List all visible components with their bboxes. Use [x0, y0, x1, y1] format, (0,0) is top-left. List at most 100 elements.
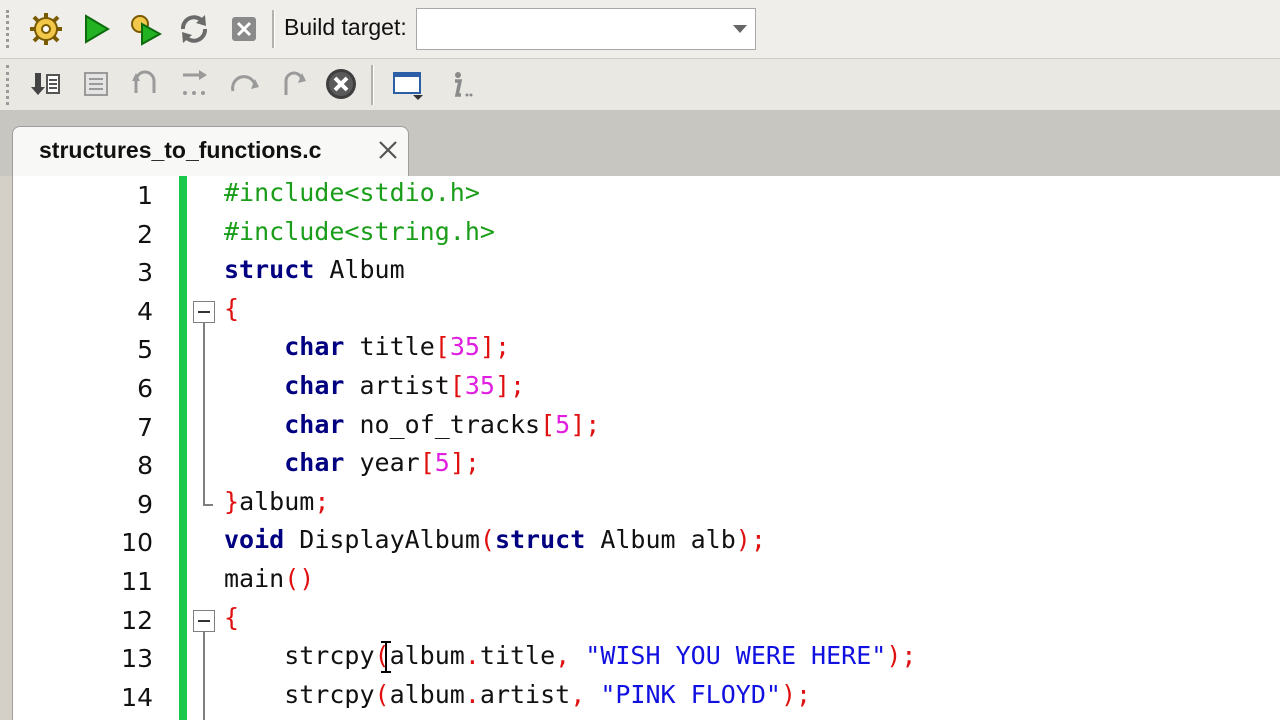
fold-line — [203, 632, 205, 720]
code-token: 5 — [434, 448, 450, 478]
code-token: 5 — [555, 409, 571, 439]
build-run-icon[interactable] — [125, 9, 165, 49]
debugger-toolbar — [0, 58, 1280, 111]
code-token: ( — [374, 679, 390, 709]
code-line[interactable]: #include<stdio.h> — [224, 178, 480, 207]
code-token: . — [464, 641, 480, 671]
toolbar-separator — [371, 65, 374, 105]
fold-toggle-main[interactable] — [193, 610, 215, 632]
code-token: ]; — [449, 448, 480, 478]
code-line[interactable]: char artist[35]; — [224, 371, 525, 400]
code-token: { — [224, 293, 240, 323]
line-number: 11 — [121, 567, 153, 596]
line-number: 10 — [121, 528, 153, 558]
line-number: 12 — [121, 605, 153, 635]
code-line[interactable]: char no_of_tracks[5]; — [224, 410, 600, 439]
code-token: strcpy — [224, 679, 375, 709]
stop-debugger-icon[interactable] — [321, 64, 361, 104]
code-token: ]; — [494, 371, 526, 400]
code-token: char — [284, 332, 345, 362]
code-token: } — [224, 486, 240, 516]
code-token: ); — [886, 641, 917, 671]
code-token: ]; — [570, 409, 601, 439]
gear-icon[interactable] — [26, 9, 66, 49]
rebuild-icon[interactable] — [174, 9, 214, 49]
code-line[interactable]: #include<string.h> — [224, 217, 495, 246]
code-token: [ — [540, 409, 556, 439]
build-target-select[interactable] — [416, 8, 756, 50]
code-token: ; — [314, 486, 330, 516]
code-token: artist — [479, 679, 571, 709]
debug-step-into-icon[interactable] — [26, 64, 66, 104]
step-out-icon[interactable] — [125, 64, 165, 104]
code-token: ]; — [479, 332, 511, 362]
fold-end — [203, 504, 213, 506]
fold-toggle-struct[interactable] — [193, 301, 215, 323]
step-over-icon[interactable] — [224, 64, 264, 104]
code-line[interactable]: }album; — [224, 487, 329, 516]
code-token: DisplayAlbum — [284, 525, 480, 555]
tab-structures-to-functions[interactable]: structures_to_functions.c — [12, 126, 409, 178]
code-token: title — [479, 641, 556, 671]
code-token: main — [224, 564, 285, 593]
code-line[interactable]: { — [224, 603, 239, 632]
line-number: 3 — [137, 258, 153, 288]
code-token: album — [389, 641, 465, 671]
code-editor[interactable]: 1 2 3 4 5 6 7 8 9 10 11 12 13 14 #include<stdio.h> #in… — [12, 176, 1280, 720]
code-token: char — [284, 371, 345, 400]
code-token: album — [389, 679, 465, 709]
toolbar-grip[interactable] — [6, 10, 15, 48]
code-token: year — [344, 448, 420, 478]
build-target-label: Build target: — [284, 14, 407, 40]
code-token: ( — [479, 525, 495, 555]
code-line[interactable]: strcpy(album.title, "WISH YOU WERE HERE"… — [224, 641, 916, 670]
toolbar-grip[interactable] — [6, 65, 15, 105]
code-line[interactable]: void DisplayAlbum(struct Album alb); — [224, 525, 766, 554]
code-token: artist — [344, 371, 450, 400]
next-instruction-icon[interactable] — [273, 64, 313, 104]
code-line[interactable]: char title[35]; — [224, 332, 510, 361]
code-token: 35 — [464, 371, 495, 400]
chevron-down-icon[interactable] — [733, 25, 747, 33]
line-number: 9 — [137, 489, 153, 519]
code-token: [ — [434, 332, 450, 362]
toolbar-separator — [272, 10, 275, 48]
info-icon[interactable] — [438, 64, 478, 104]
code-token: #include<stdio.h> — [224, 178, 480, 207]
line-number-gutter: 1 2 3 4 5 6 7 8 9 10 11 12 13 14 — [13, 176, 179, 720]
code-token: . — [464, 679, 480, 709]
line-number: 13 — [121, 644, 153, 674]
close-icon[interactable] — [375, 137, 401, 163]
code-line[interactable]: main() — [224, 564, 314, 593]
line-number: 7 — [137, 412, 153, 442]
debug-windows-icon[interactable] — [388, 64, 428, 104]
code-token: title — [344, 332, 435, 362]
code-token: "PINK FLOYD" — [600, 679, 781, 709]
code-line[interactable]: struct Album — [224, 255, 405, 284]
code-token: char — [284, 448, 345, 478]
run-icon[interactable] — [76, 9, 116, 49]
next-line-icon[interactable] — [174, 64, 214, 104]
tab-label: structures_to_functions.c — [39, 137, 322, 163]
code-token: Album — [314, 255, 405, 285]
line-number: 4 — [137, 296, 153, 326]
code-token: album — [239, 486, 315, 516]
line-number: 6 — [137, 374, 153, 403]
code-token: [ — [419, 448, 435, 478]
text-cursor-icon — [381, 641, 391, 673]
line-number: 2 — [137, 219, 153, 249]
code-line[interactable]: char year[5]; — [224, 448, 480, 477]
code-line[interactable]: { — [224, 294, 239, 323]
abort-icon[interactable] — [224, 9, 264, 49]
debug-window-icon[interactable] — [76, 64, 116, 104]
line-number: 5 — [137, 335, 153, 365]
code-token: #include<string.h> — [224, 216, 495, 246]
code-line[interactable]: strcpy(album.artist, "PINK FLOYD"); — [224, 680, 811, 709]
code-token: ); — [735, 525, 766, 555]
code-token: no_of_tracks — [344, 409, 541, 439]
line-number: 8 — [137, 451, 153, 481]
code-token: ); — [780, 679, 812, 709]
code-token: [ — [449, 371, 465, 400]
